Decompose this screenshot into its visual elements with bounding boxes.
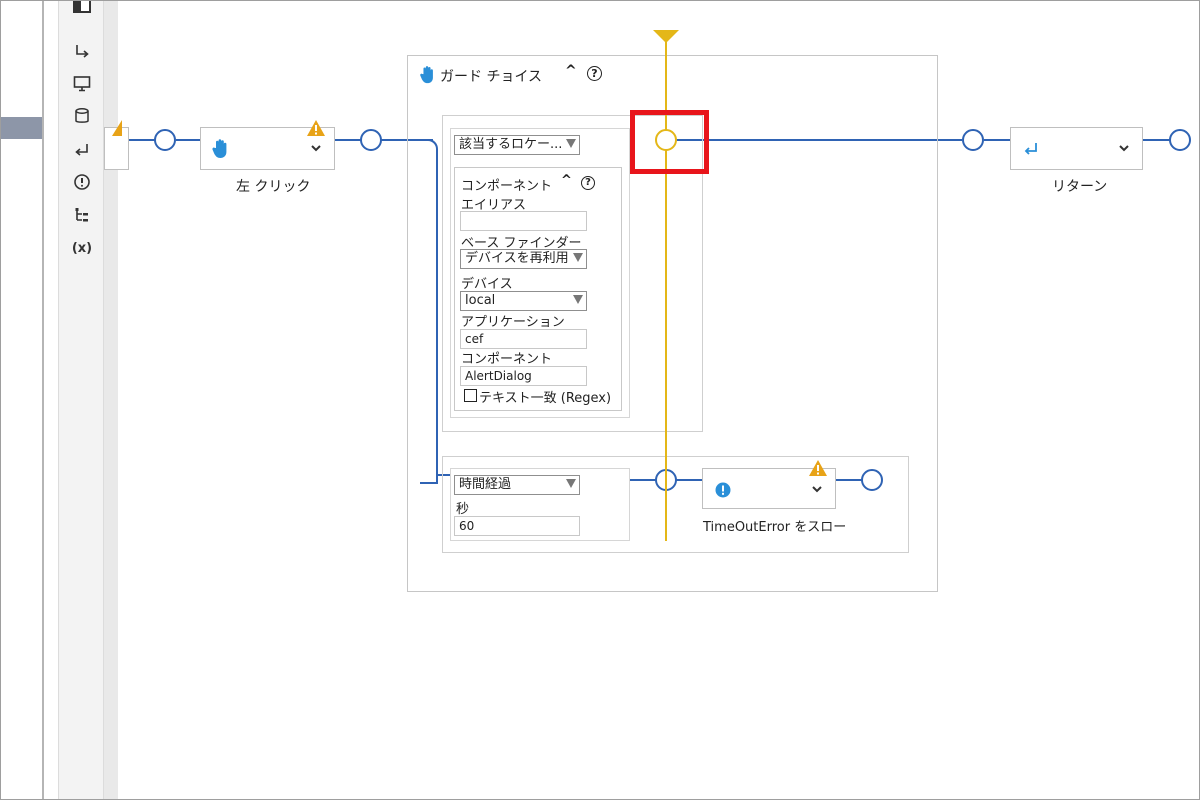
highlight-box bbox=[630, 110, 709, 174]
variable-icon[interactable]: (x) bbox=[69, 236, 95, 260]
timeout-condition-select[interactable]: 時間経過 bbox=[454, 475, 580, 495]
exclamation-icon bbox=[715, 482, 731, 498]
wire-segment bbox=[1143, 139, 1170, 141]
help-icon[interactable]: ? bbox=[587, 66, 602, 81]
guard-choice-title: ガード チョイス bbox=[440, 69, 543, 85]
regex-checkbox[interactable] bbox=[464, 389, 477, 402]
database-icon[interactable] bbox=[69, 104, 95, 128]
dropdown-arrow-icon bbox=[566, 479, 576, 488]
device-label: デバイス bbox=[461, 277, 513, 292]
connector-node[interactable] bbox=[1169, 129, 1191, 151]
collapse-icon[interactable]: ^ bbox=[561, 173, 572, 188]
dropdown-arrow-icon bbox=[566, 139, 576, 148]
hand-icon bbox=[420, 66, 433, 84]
regex-label: テキスト一致 (Regex) bbox=[479, 391, 612, 406]
hand-icon bbox=[212, 139, 227, 158]
return-card[interactable] bbox=[1010, 127, 1143, 170]
dropdown-arrow-icon bbox=[573, 253, 583, 262]
component-label: コンポーネント bbox=[461, 352, 553, 367]
drop-marker-icon bbox=[653, 30, 679, 43]
return-label: リターン bbox=[1052, 179, 1108, 195]
help-icon[interactable]: ? bbox=[581, 176, 595, 190]
chevron-down-icon[interactable] bbox=[310, 141, 322, 157]
left-panel-tab[interactable] bbox=[0, 117, 42, 139]
hierarchy-icon[interactable] bbox=[69, 203, 95, 227]
step-into-icon[interactable] bbox=[69, 40, 95, 64]
exclamation-icon[interactable] bbox=[69, 170, 95, 194]
condition-select[interactable]: 該当するロケー... bbox=[454, 135, 580, 155]
application-input[interactable]: cef bbox=[460, 329, 587, 349]
warning-icon bbox=[809, 460, 827, 476]
left-click-label: 左 クリック bbox=[236, 179, 311, 195]
connector-node[interactable] bbox=[861, 469, 883, 491]
application-label: アプリケーション bbox=[461, 315, 565, 330]
wire-segment bbox=[176, 139, 200, 141]
connector-node[interactable] bbox=[154, 129, 176, 151]
chevron-down-icon[interactable] bbox=[811, 482, 823, 498]
monitor-icon[interactable] bbox=[69, 72, 95, 96]
connector-node[interactable] bbox=[360, 129, 382, 151]
component-input[interactable]: AlertDialog bbox=[460, 366, 587, 386]
panel-icon[interactable] bbox=[69, 0, 95, 18]
return-icon[interactable] bbox=[69, 138, 95, 162]
chevron-down-icon[interactable] bbox=[1118, 141, 1130, 157]
warning-icon bbox=[112, 120, 122, 136]
dropdown-arrow-icon bbox=[573, 295, 583, 304]
device-select[interactable]: local bbox=[460, 291, 587, 311]
component-group-title: コンポーネント bbox=[461, 179, 553, 194]
wire-segment bbox=[335, 139, 361, 141]
throw-label: TimeOutError をスロー bbox=[703, 520, 847, 535]
left-gutter bbox=[42, 0, 44, 800]
seconds-input[interactable]: 60 bbox=[454, 516, 580, 536]
connector-node[interactable] bbox=[962, 129, 984, 151]
warning-icon bbox=[307, 120, 325, 136]
alias-input[interactable] bbox=[460, 211, 587, 231]
collapse-icon[interactable]: ^ bbox=[565, 63, 577, 79]
wire-segment bbox=[984, 139, 1010, 141]
base-finder-select[interactable]: デバイスを再利用 bbox=[460, 249, 587, 269]
return-icon bbox=[1024, 143, 1037, 155]
seconds-label: 秒 bbox=[456, 502, 470, 517]
